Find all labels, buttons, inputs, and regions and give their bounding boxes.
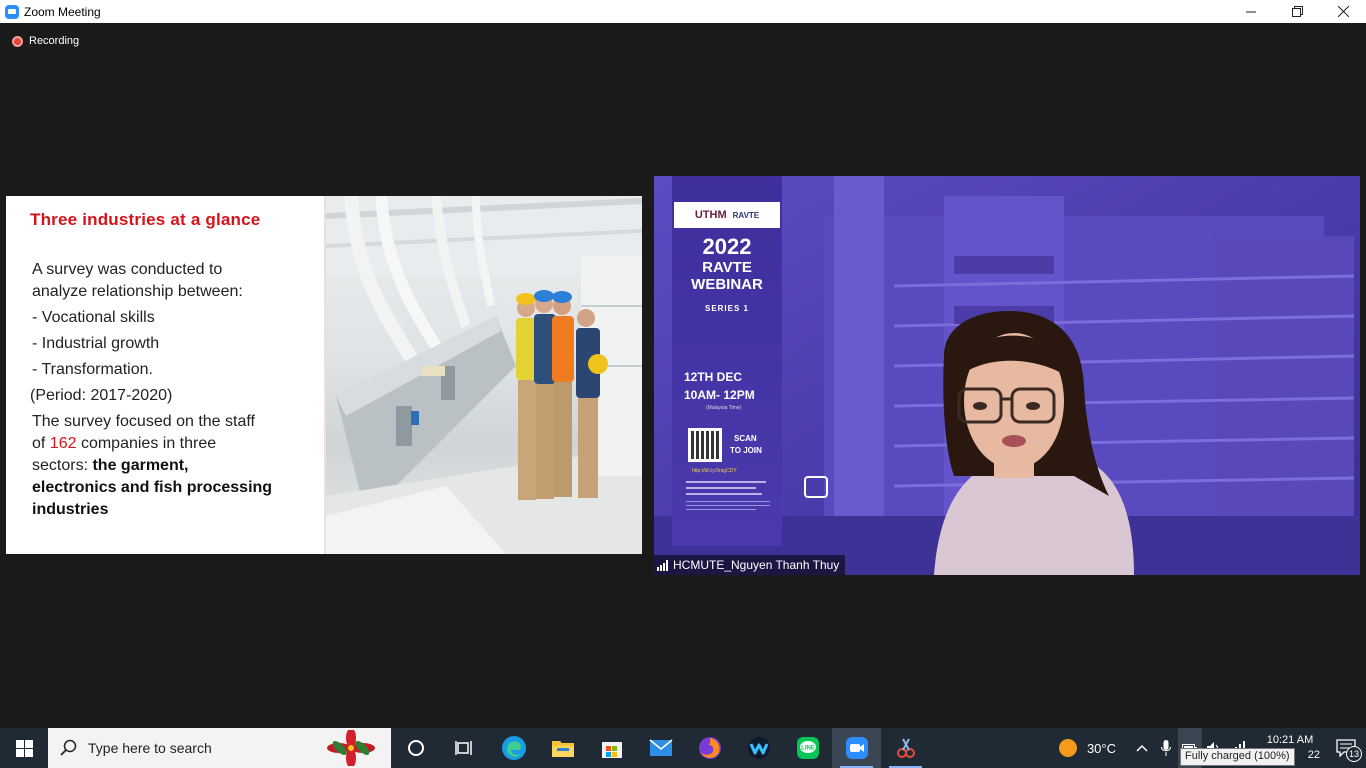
windows-taskbar: Type here to search LINE 30°C 10:21 AM 2… xyxy=(0,728,1366,768)
edge-taskbar-button[interactable] xyxy=(489,728,538,768)
battery-tooltip: Fully charged (100%) xyxy=(1180,748,1295,766)
participant-video-tile[interactable]: UTHM RAVTE 2022 RAVTE WEBINAR SERIES 1 1… xyxy=(654,176,1360,575)
slide-period: (Period: 2017-2020) xyxy=(30,387,173,404)
start-button[interactable] xyxy=(0,728,48,768)
file-explorer-taskbar-button[interactable] xyxy=(538,728,587,768)
window-controls xyxy=(1228,0,1366,23)
line-taskbar-button[interactable]: LINE xyxy=(783,728,832,768)
microphone-icon xyxy=(1161,740,1171,756)
search-icon xyxy=(60,739,77,756)
restore-button[interactable] xyxy=(1274,0,1320,23)
slide-line: sectors: the garment, xyxy=(32,457,189,474)
windows-logo-icon xyxy=(15,739,33,757)
weather-widget[interactable]: 30°C xyxy=(1058,739,1116,757)
microphone-button[interactable] xyxy=(1154,728,1178,768)
slide-bullet: - Vocational skills xyxy=(32,309,155,326)
slide-title: Three industries at a glance xyxy=(30,210,261,229)
slide-line: The survey focused on the staff xyxy=(32,413,255,430)
minimize-button[interactable] xyxy=(1228,0,1274,23)
sun-icon xyxy=(1058,739,1077,757)
temperature: 30°C xyxy=(1086,740,1116,756)
close-button[interactable] xyxy=(1320,0,1366,23)
slide-text-panel: Three industries at a glance A survey wa… xyxy=(6,196,324,554)
firefox-icon xyxy=(698,737,721,759)
minimize-icon xyxy=(1246,11,1256,12)
snipping-tool-taskbar-button[interactable] xyxy=(881,728,930,768)
zoom-taskbar-button[interactable] xyxy=(832,728,881,768)
recording-indicator[interactable]: Recording xyxy=(12,35,79,47)
cortana-button[interactable] xyxy=(391,728,440,768)
factory-workers-photo xyxy=(326,196,642,554)
webex-icon xyxy=(747,737,770,759)
poinsettia-icon xyxy=(327,730,375,766)
shared-screen-slide: Three industries at a glance A survey wa… xyxy=(6,196,642,554)
slide-line: industries xyxy=(32,501,109,518)
zoom-window: Zoom Meeting Recording Three industries … xyxy=(0,0,1366,768)
svg-text:LINE: LINE xyxy=(801,746,815,752)
title-bar: Zoom Meeting xyxy=(0,0,1366,23)
line-icon: LINE xyxy=(796,737,819,759)
window-title: Zoom Meeting xyxy=(24,4,101,19)
folder-icon xyxy=(551,741,574,757)
participant-name-bar: HCMUTE_Nguyen Thanh Thuy xyxy=(654,555,846,575)
recording-label: Recording xyxy=(29,35,80,47)
slide-bullet: - Transformation. xyxy=(32,361,153,378)
zoom-icon xyxy=(845,737,868,759)
taskbar-search-box[interactable]: Type here to search xyxy=(48,728,391,768)
chevron-up-icon xyxy=(1136,744,1148,752)
firefox-taskbar-button[interactable] xyxy=(685,728,734,768)
close-icon xyxy=(1337,6,1349,17)
microsoft-store-icon xyxy=(601,742,622,758)
zoom-app-icon xyxy=(5,4,19,19)
participant-person xyxy=(934,311,1134,575)
mail-icon xyxy=(649,739,672,756)
store-taskbar-button[interactable] xyxy=(587,728,636,768)
factory-illustration xyxy=(326,196,642,554)
participant-name: HCMUTE_Nguyen Thanh Thuy xyxy=(673,558,840,572)
signal-strength-icon xyxy=(657,559,669,571)
edge-icon xyxy=(501,736,526,760)
recording-dot-icon xyxy=(12,35,23,47)
task-view-button[interactable] xyxy=(440,728,489,768)
slide-line: of 162 companies in three xyxy=(32,435,217,452)
clock-time: 10:21 AM xyxy=(1266,734,1314,746)
slide-bullet: - Industrial growth xyxy=(32,335,160,352)
company-count: 162 xyxy=(49,435,77,452)
restore-icon xyxy=(1291,6,1303,17)
show-hidden-icons-button[interactable] xyxy=(1130,728,1154,768)
mail-taskbar-button[interactable] xyxy=(636,728,685,768)
slide-line: electronics and fish processing xyxy=(32,479,273,496)
notification-count-badge: 13 xyxy=(1346,746,1362,762)
snipping-tool-icon xyxy=(896,738,915,758)
slide-body: A survey was conducted to analyze relati… xyxy=(30,259,302,521)
cortana-icon xyxy=(407,740,424,756)
slide-line: analyze relationship between: xyxy=(32,283,243,300)
action-center-button[interactable]: 13 xyxy=(1326,728,1366,768)
slide-line: A survey was conducted to xyxy=(32,261,223,278)
webex-taskbar-button[interactable] xyxy=(734,728,783,768)
search-placeholder: Type here to search xyxy=(88,740,212,756)
task-view-icon xyxy=(454,741,472,755)
